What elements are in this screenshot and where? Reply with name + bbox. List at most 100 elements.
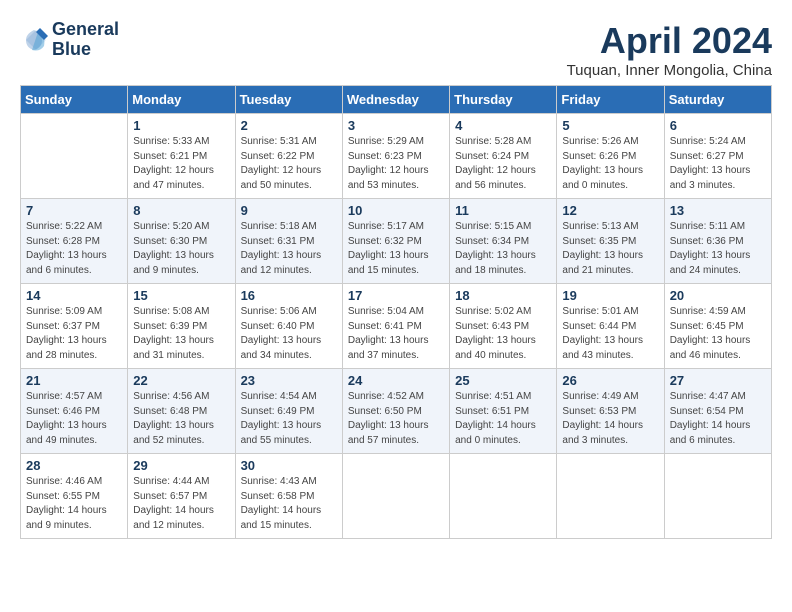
calendar-week-row: 21 Sunrise: 4:57 AM Sunset: 6:46 PM Dayli… xyxy=(21,369,772,454)
logo-icon xyxy=(20,26,48,54)
day-number: 13 xyxy=(670,203,766,218)
logo: General Blue xyxy=(20,20,119,60)
calendar-header-row: SundayMondayTuesdayWednesdayThursdayFrid… xyxy=(21,86,772,114)
calendar-cell: 28 Sunrise: 4:46 AM Sunset: 6:55 PM Dayli… xyxy=(21,454,128,539)
calendar-cell: 30Sunrise: 4:43 AM Sunset: 6:58 PM Dayli… xyxy=(235,454,342,539)
day-info: Sunrise: 5:09 AM Sunset: 6:37 PM Dayligh… xyxy=(26,305,122,363)
calendar-cell: 26 Sunrise: 4:49 AM Sunset: 6:53 PM Dayli… xyxy=(557,369,664,454)
day-info: Sunrise: 4:44 AM Sunset: 6:57 PM Dayligh… xyxy=(133,475,229,533)
day-number: 4 xyxy=(455,118,551,133)
day-info: Sunrise: 5:33 AM Sunset: 6:21 PM Dayligh… xyxy=(133,135,229,193)
day-info: Sunrise: 5:06 AM Sunset: 6:40 PM Dayligh… xyxy=(241,305,337,363)
calendar-cell: 21 Sunrise: 4:57 AM Sunset: 6:46 PM Dayli… xyxy=(21,369,128,454)
calendar-cell: 9 Sunrise: 5:18 AM Sunset: 6:31 PM Daylig… xyxy=(235,199,342,284)
day-number: 20 xyxy=(670,288,766,303)
day-info: Sunrise: 5:15 AM Sunset: 6:34 PM Dayligh… xyxy=(455,220,551,278)
calendar-cell: 17 Sunrise: 5:04 AM Sunset: 6:41 PM Dayli… xyxy=(342,284,449,369)
day-number: 9 xyxy=(241,203,337,218)
day-info: Sunrise: 4:47 AM Sunset: 6:54 PM Dayligh… xyxy=(670,390,766,448)
day-info: Sunrise: 5:17 AM Sunset: 6:32 PM Dayligh… xyxy=(348,220,444,278)
calendar-cell xyxy=(21,114,128,199)
calendar-cell xyxy=(450,454,557,539)
day-info: Sunrise: 4:46 AM Sunset: 6:55 PM Dayligh… xyxy=(26,475,122,533)
calendar-cell: 20 Sunrise: 4:59 AM Sunset: 6:45 PM Dayli… xyxy=(664,284,771,369)
calendar-week-row: 1 Sunrise: 5:33 AM Sunset: 6:21 PM Daylig… xyxy=(21,114,772,199)
day-number: 11 xyxy=(455,203,551,218)
header-cell-friday: Friday xyxy=(557,86,664,114)
calendar-table: SundayMondayTuesdayWednesdayThursdayFrid… xyxy=(20,85,772,539)
title-block: April 2024 Tuquan, Inner Mongolia, China xyxy=(567,20,772,79)
calendar-cell: 3Sunrise: 5:29 AM Sunset: 6:23 PM Daylig… xyxy=(342,114,449,199)
calendar-cell: 1 Sunrise: 5:33 AM Sunset: 6:21 PM Daylig… xyxy=(128,114,235,199)
calendar-cell: 16Sunrise: 5:06 AM Sunset: 6:40 PM Dayli… xyxy=(235,284,342,369)
calendar-cell: 2 Sunrise: 5:31 AM Sunset: 6:22 PM Daylig… xyxy=(235,114,342,199)
calendar-week-row: 7 Sunrise: 5:22 AM Sunset: 6:28 PM Daylig… xyxy=(21,199,772,284)
calendar-body: 1 Sunrise: 5:33 AM Sunset: 6:21 PM Daylig… xyxy=(21,114,772,539)
day-number: 6 xyxy=(670,118,766,133)
day-info: Sunrise: 5:08 AM Sunset: 6:39 PM Dayligh… xyxy=(133,305,229,363)
day-info: Sunrise: 5:18 AM Sunset: 6:31 PM Dayligh… xyxy=(241,220,337,278)
day-info: Sunrise: 4:49 AM Sunset: 6:53 PM Dayligh… xyxy=(562,390,658,448)
calendar-cell: 5 Sunrise: 5:26 AM Sunset: 6:26 PM Daylig… xyxy=(557,114,664,199)
month-title: April 2024 xyxy=(567,20,772,62)
day-number: 27 xyxy=(670,373,766,388)
calendar-cell: 23 Sunrise: 4:54 AM Sunset: 6:49 PM Dayli… xyxy=(235,369,342,454)
day-info: Sunrise: 5:22 AM Sunset: 6:28 PM Dayligh… xyxy=(26,220,122,278)
day-info: Sunrise: 5:20 AM Sunset: 6:30 PM Dayligh… xyxy=(133,220,229,278)
calendar-cell: 10 Sunrise: 5:17 AM Sunset: 6:32 PM Dayli… xyxy=(342,199,449,284)
calendar-week-row: 28 Sunrise: 4:46 AM Sunset: 6:55 PM Dayli… xyxy=(21,454,772,539)
calendar-cell: 15 Sunrise: 5:08 AM Sunset: 6:39 PM Dayli… xyxy=(128,284,235,369)
header-cell-tuesday: Tuesday xyxy=(235,86,342,114)
day-info: Sunrise: 5:04 AM Sunset: 6:41 PM Dayligh… xyxy=(348,305,444,363)
day-number: 19 xyxy=(562,288,658,303)
day-info: Sunrise: 5:02 AM Sunset: 6:43 PM Dayligh… xyxy=(455,305,551,363)
location: Tuquan, Inner Mongolia, China xyxy=(567,62,772,79)
day-number: 22 xyxy=(133,373,229,388)
calendar-cell: 7 Sunrise: 5:22 AM Sunset: 6:28 PM Daylig… xyxy=(21,199,128,284)
calendar-cell: 27 Sunrise: 4:47 AM Sunset: 6:54 PM Dayli… xyxy=(664,369,771,454)
day-number: 5 xyxy=(562,118,658,133)
day-number: 8 xyxy=(133,203,229,218)
day-number: 29 xyxy=(133,458,229,473)
day-number: 2 xyxy=(241,118,337,133)
day-number: 25 xyxy=(455,373,551,388)
calendar-cell: 24Sunrise: 4:52 AM Sunset: 6:50 PM Dayli… xyxy=(342,369,449,454)
calendar-cell: 8 Sunrise: 5:20 AM Sunset: 6:30 PM Daylig… xyxy=(128,199,235,284)
day-number: 24 xyxy=(348,373,444,388)
day-number: 18 xyxy=(455,288,551,303)
day-number: 15 xyxy=(133,288,229,303)
day-info: Sunrise: 5:11 AM Sunset: 6:36 PM Dayligh… xyxy=(670,220,766,278)
day-number: 28 xyxy=(26,458,122,473)
day-number: 12 xyxy=(562,203,658,218)
day-info: Sunrise: 5:29 AM Sunset: 6:23 PM Dayligh… xyxy=(348,135,444,193)
header-cell-saturday: Saturday xyxy=(664,86,771,114)
logo-text: General Blue xyxy=(52,20,119,60)
calendar-cell: 11 Sunrise: 5:15 AM Sunset: 6:34 PM Dayli… xyxy=(450,199,557,284)
page-header: General Blue April 2024 Tuquan, Inner Mo… xyxy=(20,20,772,79)
calendar-cell: 13 Sunrise: 5:11 AM Sunset: 6:36 PM Dayli… xyxy=(664,199,771,284)
calendar-cell xyxy=(342,454,449,539)
day-info: Sunrise: 4:54 AM Sunset: 6:49 PM Dayligh… xyxy=(241,390,337,448)
day-number: 26 xyxy=(562,373,658,388)
day-number: 7 xyxy=(26,203,122,218)
calendar-cell: 22Sunrise: 4:56 AM Sunset: 6:48 PM Dayli… xyxy=(128,369,235,454)
day-info: Sunrise: 4:59 AM Sunset: 6:45 PM Dayligh… xyxy=(670,305,766,363)
calendar-week-row: 14 Sunrise: 5:09 AM Sunset: 6:37 PM Dayli… xyxy=(21,284,772,369)
day-info: Sunrise: 4:57 AM Sunset: 6:46 PM Dayligh… xyxy=(26,390,122,448)
day-number: 10 xyxy=(348,203,444,218)
day-number: 17 xyxy=(348,288,444,303)
calendar-cell: 18 Sunrise: 5:02 AM Sunset: 6:43 PM Dayli… xyxy=(450,284,557,369)
day-info: Sunrise: 5:26 AM Sunset: 6:26 PM Dayligh… xyxy=(562,135,658,193)
day-info: Sunrise: 5:31 AM Sunset: 6:22 PM Dayligh… xyxy=(241,135,337,193)
day-number: 23 xyxy=(241,373,337,388)
header-cell-wednesday: Wednesday xyxy=(342,86,449,114)
header-cell-thursday: Thursday xyxy=(450,86,557,114)
day-number: 14 xyxy=(26,288,122,303)
day-number: 1 xyxy=(133,118,229,133)
calendar-cell xyxy=(557,454,664,539)
calendar-cell: 12Sunrise: 5:13 AM Sunset: 6:35 PM Dayli… xyxy=(557,199,664,284)
day-info: Sunrise: 5:28 AM Sunset: 6:24 PM Dayligh… xyxy=(455,135,551,193)
calendar-cell xyxy=(664,454,771,539)
day-number: 21 xyxy=(26,373,122,388)
calendar-cell: 14 Sunrise: 5:09 AM Sunset: 6:37 PM Dayli… xyxy=(21,284,128,369)
